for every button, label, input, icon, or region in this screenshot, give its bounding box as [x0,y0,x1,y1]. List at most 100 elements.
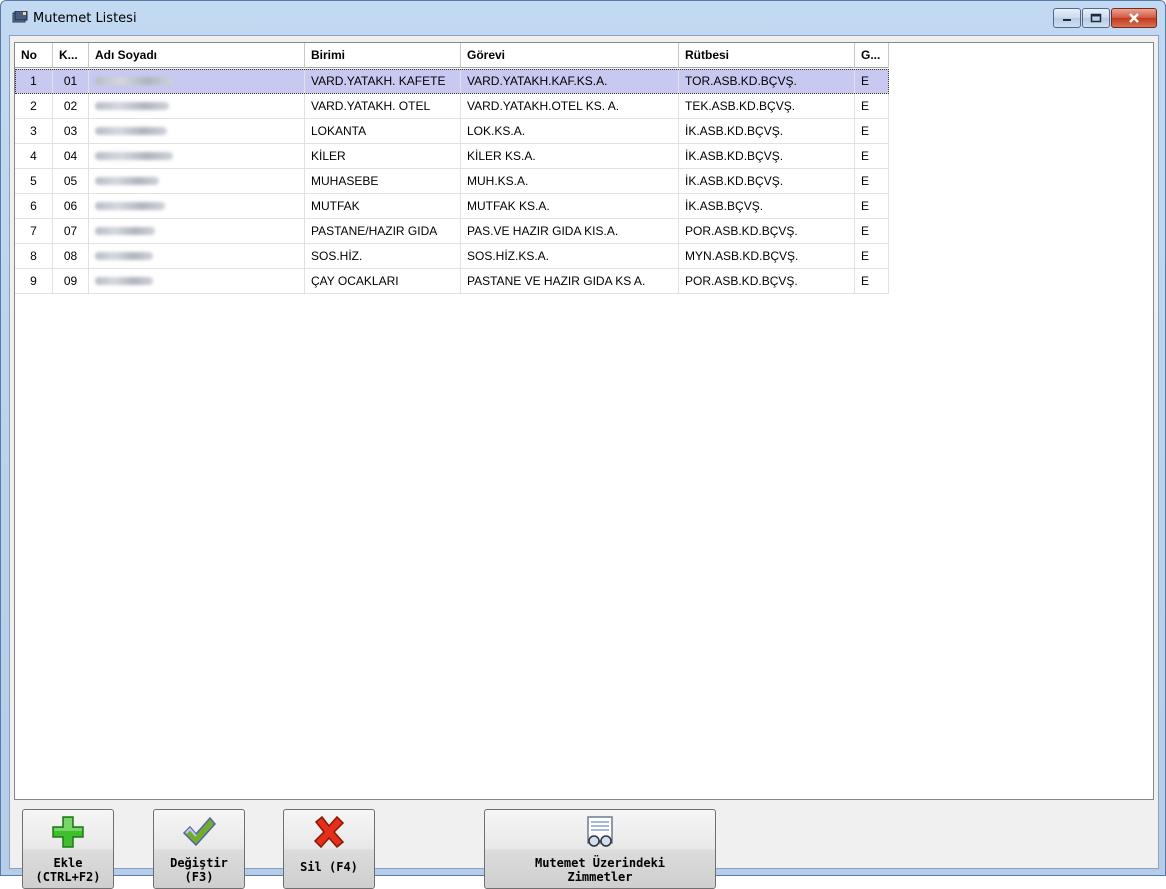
degistir-label: Değiştir [170,856,228,870]
row-no-cell: 7 [15,219,53,243]
redacted-name [95,177,159,185]
row-g-cell: E [855,244,889,268]
row-k-cell: 09 [53,269,89,293]
row-birimi-cell: MUTFAK [305,194,461,218]
maximize-icon [1090,13,1102,23]
row-adi-soyadi-cell [89,94,305,118]
table-row[interactable]: 1 01 VARD.YATAKH. KAFETE VARD.YATAKH.KAF.KS… [15,69,889,94]
redacted-name [95,227,155,235]
row-gorevi-cell: VARD.YATAKH.KAF.KS.A. [461,69,679,93]
row-no-cell: 5 [15,169,53,193]
redacted-name [95,102,169,110]
row-gorevi-cell: VARD.YATAKH.OTEL KS. A. [461,94,679,118]
row-birimi-cell: VARD.YATAKH. KAFETE [305,69,461,93]
row-no-cell: 8 [15,244,53,268]
row-adi-soyadi-cell [89,69,305,93]
degistir-button[interactable]: Değiştir (F3) [153,809,245,889]
ekle-label: Ekle [53,856,83,870]
row-no-cell: 9 [15,269,53,293]
row-k-cell: 06 [53,194,89,218]
mutemet-grid[interactable]: No K... Adı Soyadı Birimi Görevi Rütbesi… [14,42,1154,800]
column-header-birimi[interactable]: Birimi [305,43,461,68]
column-header-g[interactable]: G... [855,43,889,68]
column-header-adi-soyadi[interactable]: Adı Soyadı [89,43,305,68]
row-g-cell: E [855,169,889,193]
redacted-name [95,277,153,285]
table-row[interactable]: 2 02 VARD.YATAKH. OTEL VARD.YATAKH.OTEL KS.… [15,94,889,119]
row-gorevi-cell: LOK.KS.A. [461,119,679,143]
row-adi-soyadi-cell [89,119,305,143]
column-header-k[interactable]: K... [53,43,89,68]
table-row[interactable]: 3 03 LOKANTA LOK.KS.A. İK.ASB.KD.BÇVŞ. E [15,119,889,144]
client-area: No K... Adı Soyadı Birimi Görevi Rütbesi… [9,35,1159,889]
column-header-rutbesi[interactable]: Rütbesi [679,43,855,68]
table-row[interactable]: 8 08 SOS.HİZ. SOS.HİZ.KS.A. MYN.ASB.KD.BÇVŞ.… [15,244,889,269]
row-k-cell: 07 [53,219,89,243]
table-row[interactable]: 6 06 MUTFAK MUTFAK KS.A. İK.ASB.BÇVŞ. E [15,194,889,219]
row-k-cell: 03 [53,119,89,143]
maximize-button[interactable] [1082,8,1110,28]
ekle-button[interactable]: Ekle (CTRL+F2) [22,809,114,889]
column-header-no[interactable]: No [15,43,53,68]
row-rutbesi-cell: İK.ASB.BÇVŞ. [679,194,855,218]
row-adi-soyadi-cell [89,244,305,268]
redacted-name [95,152,173,160]
row-adi-soyadi-cell [89,219,305,243]
row-rutbesi-cell: MYN.ASB.KD.BÇVŞ. [679,244,855,268]
degistir-shortcut: (F3) [184,870,214,884]
redacted-name [95,202,165,210]
window-controls [1052,8,1157,28]
row-birimi-cell: SOS.HİZ. [305,244,461,268]
grid-rows: 1 01 VARD.YATAKH. KAFETE VARD.YATAKH.KAF.KS… [15,69,889,294]
row-birimi-cell: VARD.YATAKH. OTEL [305,94,461,118]
row-rutbesi-cell: İK.ASB.KD.BÇVŞ. [679,144,855,168]
row-g-cell: E [855,219,889,243]
row-adi-soyadi-cell [89,169,305,193]
row-rutbesi-cell: POR.ASB.KD.BÇVŞ. [679,269,855,293]
row-no-cell: 2 [15,94,53,118]
row-birimi-cell: PASTANE/HAZIR GIDA [305,219,461,243]
row-g-cell: E [855,69,889,93]
column-header-gorevi[interactable]: Görevi [461,43,679,68]
x-mark-icon [313,815,345,849]
row-birimi-cell: LOKANTA [305,119,461,143]
title-bar[interactable]: Mutemet Listesi [1,1,1165,35]
zimmet-label-line1: Mutemet Üzerindeki [534,856,666,870]
row-no-cell: 4 [15,144,53,168]
redacted-name [95,77,173,85]
redacted-name [95,252,153,260]
row-gorevi-cell: MUH.KS.A. [461,169,679,193]
document-glasses-icon [587,816,613,847]
sil-button[interactable]: Sil (F4) [283,809,375,889]
row-rutbesi-cell: İK.ASB.KD.BÇVŞ. [679,169,855,193]
table-row[interactable]: 5 05 MUHASEBE MUH.KS.A. İK.ASB.KD.BÇVŞ. E [15,169,889,194]
row-k-cell: 08 [53,244,89,268]
ekle-shortcut: (CTRL+F2) [35,870,101,884]
row-gorevi-cell: MUTFAK KS.A. [461,194,679,218]
row-gorevi-cell: KİLER KS.A. [461,144,679,168]
row-rutbesi-cell: İK.ASB.KD.BÇVŞ. [679,119,855,143]
row-g-cell: E [855,144,889,168]
row-no-cell: 1 [15,69,53,93]
row-birimi-cell: MUHASEBE [305,169,461,193]
redacted-name [95,127,167,135]
minimize-icon [1063,19,1071,21]
row-birimi-cell: KİLER [305,144,461,168]
row-rutbesi-cell: TEK.ASB.KD.BÇVŞ. [679,94,855,118]
sil-label: Sil (F4) [300,860,358,874]
minimize-button[interactable] [1053,8,1081,28]
row-k-cell: 01 [53,69,89,93]
row-rutbesi-cell: TOR.ASB.KD.BÇVŞ. [679,69,855,93]
table-row[interactable]: 7 07 PASTANE/HAZIR GIDA PAS.VE HAZIR GIDA K… [15,219,889,244]
table-row[interactable]: 9 09 ÇAY OCAKLARI PASTANE VE HAZIR GIDA KS … [15,269,889,294]
row-g-cell: E [855,94,889,118]
row-k-cell: 04 [53,144,89,168]
row-gorevi-cell: PASTANE VE HAZIR GIDA KS A. [461,269,679,293]
table-row[interactable]: 4 04 KİLER KİLER KS.A. İK.ASB.KD.BÇVŞ. E [15,144,889,169]
row-g-cell: E [855,194,889,218]
close-button[interactable] [1111,8,1157,28]
mutemet-zimmetler-button[interactable]: Mutemet Üzerindeki Zimmetler [484,809,716,889]
row-adi-soyadi-cell [89,269,305,293]
row-gorevi-cell: PAS.VE HAZIR GIDA KIS.A. [461,219,679,243]
window-title: Mutemet Listesi [33,11,137,26]
